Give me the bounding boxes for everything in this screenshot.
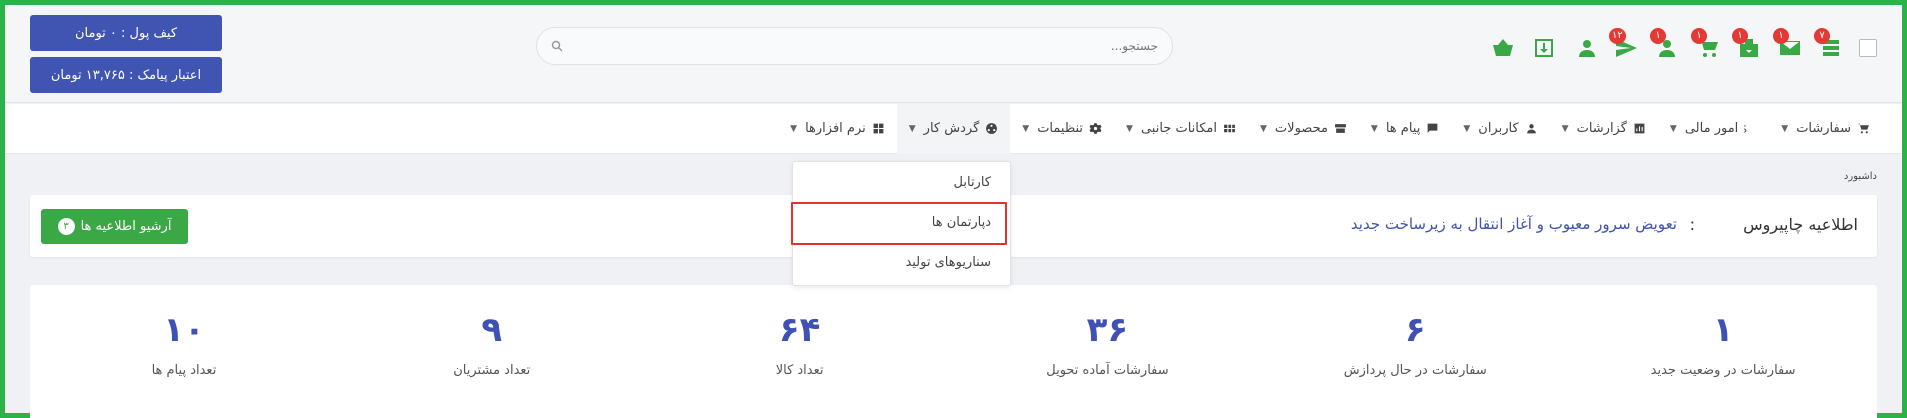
search-box[interactable] [536,27,1173,65]
archive-label: آرشیو اطلاعیه ها [80,219,172,234]
chevron-down-icon: ▼ [1781,123,1789,134]
dollar-icon: $ [1744,122,1747,135]
cart-icon [1858,123,1869,134]
download-box-icon [1535,39,1553,57]
report-icon [1634,123,1645,134]
menu-item-cartable[interactable]: کارتابل [954,175,991,190]
send-button[interactable]: ۱۲ [1609,28,1643,65]
stat-new-orders[interactable]: ۱ سفارشات در وضعیت جدید [1569,285,1877,418]
nav-item-label: محصولات [1274,121,1328,136]
chevron-down-icon: ▼ [790,123,798,134]
chevron-down-icon: ▼ [1463,123,1471,134]
announcement-separator: : [1689,215,1695,234]
stat-value: ۳۶ [1086,310,1129,350]
stat-customers[interactable]: ۹ تعداد مشتریان [338,285,646,418]
product-icon [1335,124,1346,133]
add-user-icon [1574,40,1595,57]
stat-products[interactable]: ۶۴ تعداد کالا [646,285,954,418]
logo-image [1859,39,1877,57]
nav-item-label: تنظیمات [1037,121,1084,136]
chevron-down-icon: ▼ [1669,123,1677,134]
workflow-icon [986,123,998,134]
search-icon [551,40,563,52]
stat-value: ۱ [1712,310,1734,350]
gear-icon [1089,123,1102,134]
svg-text:$: $ [1744,122,1747,135]
stat-label: تعداد مشتریان [453,363,531,378]
stat-label: سفارشات در حال پردازش [1343,363,1487,378]
nav-item-reports[interactable]: گزارشات ▼ [1550,104,1658,154]
stats-panel: ۱ سفارشات در وضعیت جدید ۶ سفارشات در حال… [30,285,1877,418]
notification-badge: ۱۲ [1609,28,1626,44]
chevron-down-icon: ▼ [1260,123,1267,134]
chat-icon [1427,123,1438,133]
stat-ready-orders[interactable]: ۳۶ سفارشات آماده تحویل [954,285,1262,418]
sms-credit-button[interactable]: اعتبار پیامک : ۱۳,۷۶۵ تومان [30,57,222,93]
notification-badge: ۱ [1773,28,1789,44]
apps-icon [873,123,884,134]
nav-item-label: گردش کار [923,121,980,136]
chevron-down-icon: ▼ [1561,123,1569,134]
wallet-button[interactable]: کیف پول : ۰ تومان [30,15,222,51]
nav-item-finance[interactable]: $ امور مالی ▼ [1658,104,1769,154]
nav-item-extras[interactable]: امکانات جانبی ▼ [1114,104,1248,154]
mail-button[interactable]: ۱ [1773,28,1807,65]
nav-item-settings[interactable]: تنظیمات ▼ [1010,104,1114,154]
notification-badge: ۱ [1732,28,1748,44]
nav-item-apps[interactable]: نرم افزارها ▼ [778,104,897,154]
stat-value: ۶ [1404,310,1426,350]
nav-item-label: گزارشات [1576,121,1627,136]
cart-button[interactable]: ۱ [1691,28,1725,65]
add-user-button[interactable] [1568,31,1602,65]
search-input[interactable] [563,39,1158,53]
workflow-dropdown-menu: کارتابل دپارتمان ها سناریوهای تولید [791,161,1011,286]
nav-item-products[interactable]: محصولات ▼ [1248,104,1359,154]
notification-badge: ۷ [1814,28,1830,44]
announcement-title: اطلاعیه چاپیروس [1743,215,1858,234]
main-nav: سفارشات ▼ $ امور مالی ▼ گزارشات ▼ کاربرا… [5,103,1902,154]
user-icon [1526,124,1536,134]
stat-label: سفارشات آماده تحویل [1046,363,1169,378]
nav-item-label: نرم افزارها [805,121,866,136]
nav-item-messages[interactable]: پیام ها ▼ [1359,104,1451,154]
nav-item-orders[interactable]: سفارشات ▼ [1769,104,1882,154]
stat-messages[interactable]: ۱۰ تعداد پیام ها [30,285,338,418]
chevron-down-icon: ▼ [1022,123,1030,134]
gift-download-button[interactable]: ۱ [1732,28,1766,65]
announcement-link[interactable]: تعویض سرور معیوب و آغاز انتقال به زیرساخ… [1351,215,1677,233]
nav-item-users[interactable]: کاربران ▼ [1451,104,1549,154]
stat-processing-orders[interactable]: ۶ سفارشات در حال پردازش [1261,285,1569,418]
nav-item-workflow[interactable]: گردش کار ▼ [896,103,1011,154]
announcement-archive-button[interactable]: آرشیو اطلاعیه ها ۳ [41,209,188,244]
stat-value: ۹ [481,310,503,350]
archive-count-badge: ۳ [57,218,75,235]
nav-item-label: پیام ها [1385,121,1421,136]
notification-badge: ۱ [1650,28,1666,44]
highlight-box [791,202,1007,245]
chevron-down-icon: ▼ [1370,123,1378,134]
nav-item-label: سفارشات [1796,121,1851,136]
chevron-down-icon: ▼ [908,123,916,134]
download-box-button[interactable] [1527,31,1561,65]
stat-value: ۱۰ [163,310,205,350]
nav-item-label: کاربران [1478,121,1519,136]
stat-label: تعداد پیام ها [151,363,217,378]
breadcrumb[interactable]: داشبورد [1844,171,1877,182]
nav-item-label: امکانات جانبی [1140,121,1217,136]
stat-label: سفارشات در وضعیت جدید [1650,363,1796,378]
top-header: ۷ ۱ ۱ ۱ ۱ ۱۲ جستجو... کیف پول: ۰ تومان … [5,5,1902,103]
stat-value: ۶۴ [778,310,821,350]
basket-button[interactable] [1486,31,1520,65]
nav-item-label: امور مالی [1684,121,1739,136]
user-button[interactable]: ۱ [1650,28,1684,65]
stat-label: تعداد کالا [775,363,824,378]
menu-item-production-scenarios[interactable]: سناریوهای تولید [905,255,991,270]
notification-badge: ۱ [1691,28,1707,44]
menu-button[interactable]: ۷ [1814,28,1848,65]
header-icon-bar: ۷ ۱ ۱ ۱ ۱ ۱۲ [1486,28,1877,65]
grid-icon [1224,124,1235,133]
chevron-down-icon: ▼ [1126,123,1133,134]
basket-icon [1493,39,1513,56]
